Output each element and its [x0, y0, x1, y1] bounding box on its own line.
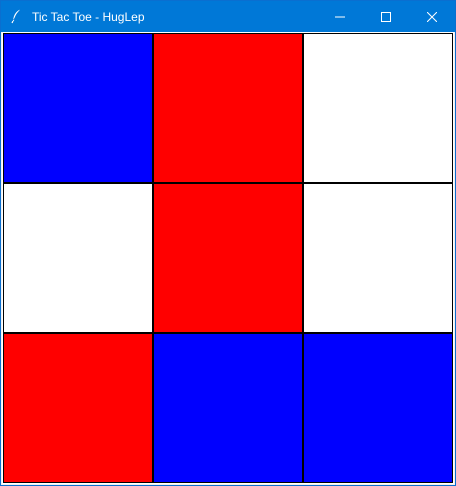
- tic-tac-toe-board: [3, 33, 453, 483]
- board-cell-r3-c1[interactable]: [3, 333, 153, 483]
- board-cell-r3-c3[interactable]: [303, 333, 453, 483]
- board-cell-r1-c3[interactable]: [303, 33, 453, 183]
- board-cell-r2-c3[interactable]: [303, 183, 453, 333]
- board-cell-r1-c1[interactable]: [3, 33, 153, 183]
- feather-icon: [9, 8, 25, 24]
- board-cell-r2-c2[interactable]: [153, 183, 303, 333]
- window-title: Tic Tac Toe - HugLep: [32, 10, 145, 24]
- game-canvas: [2, 32, 454, 484]
- board-cell-r1-c2[interactable]: [153, 33, 303, 183]
- board-cell-r3-c2[interactable]: [153, 333, 303, 483]
- close-button[interactable]: [409, 1, 455, 32]
- maximize-button[interactable]: [363, 1, 409, 32]
- maximize-icon: [381, 11, 391, 22]
- minimize-button[interactable]: [317, 1, 363, 32]
- close-icon: [427, 11, 437, 22]
- minimize-icon: [335, 12, 345, 22]
- title-bar[interactable]: Tic Tac Toe - HugLep: [1, 1, 455, 32]
- board-cell-r2-c1[interactable]: [3, 183, 153, 333]
- app-window: Tic Tac Toe - HugLep: [0, 0, 456, 486]
